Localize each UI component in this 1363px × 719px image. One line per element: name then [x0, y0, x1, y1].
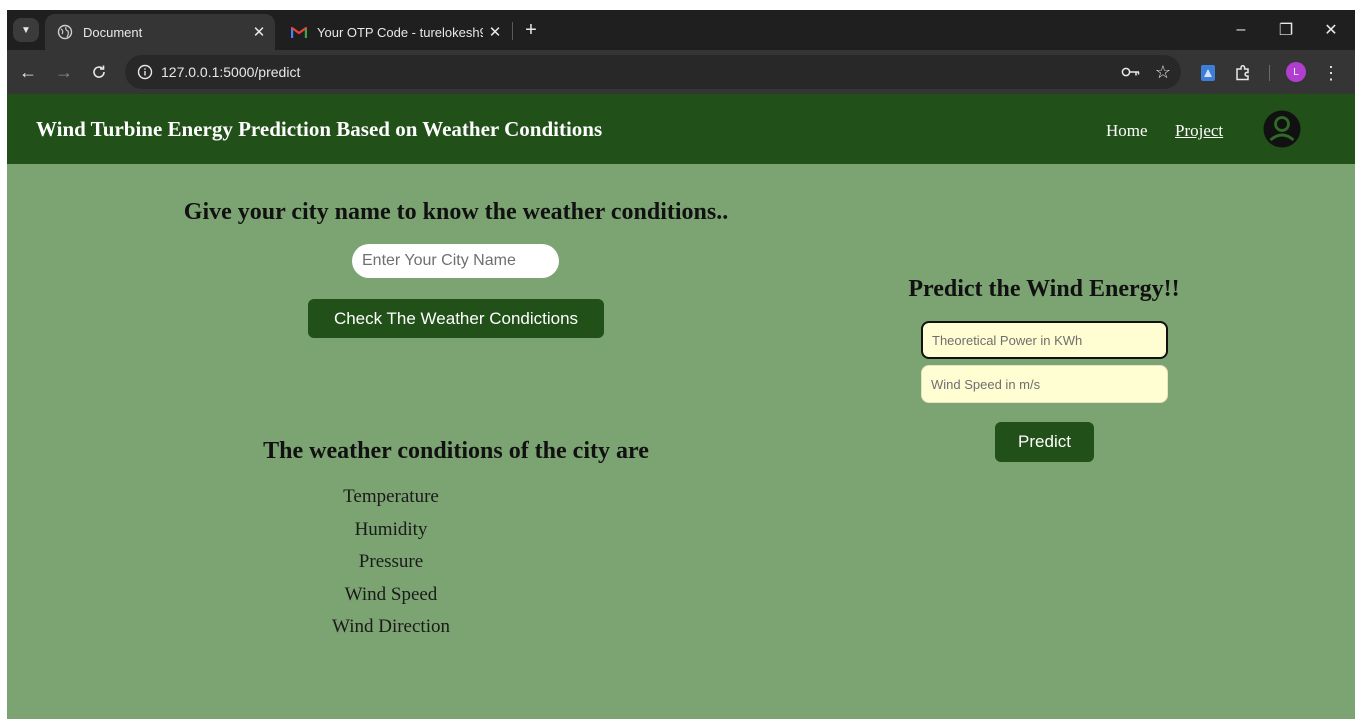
- list-item: Humidity: [354, 518, 428, 540]
- list-item: Wind Direction: [332, 616, 450, 637]
- bookmark-star-icon[interactable]: ☆: [1153, 62, 1173, 82]
- wind-speed-input[interactable]: [921, 365, 1168, 403]
- site-header: Wind Turbine Energy Prediction Based on …: [7, 94, 1355, 164]
- extensions-puzzle-icon[interactable]: [1232, 62, 1254, 84]
- list-item: Wind Speed: [344, 583, 438, 605]
- tab-title: Document: [83, 24, 143, 40]
- predict-button[interactable]: Predict: [995, 422, 1094, 462]
- tab-separator: [512, 22, 513, 40]
- browser-toolbar: ← → 127.0.0.1:5000/predict ☆ L ⋮: [7, 50, 1355, 94]
- tab-close-icon[interactable]: ✕: [483, 23, 507, 41]
- tab-search-icon[interactable]: ▼: [13, 18, 39, 42]
- user-avatar-icon[interactable]: [1263, 110, 1301, 148]
- url-text: 127.0.0.1:5000/predict: [161, 64, 301, 80]
- new-tab-icon[interactable]: +: [519, 18, 543, 42]
- list-item: Pressure: [358, 551, 424, 572]
- browser-window: ▼ Document ✕ Your OTP Code - turelokesh9…: [7, 10, 1355, 719]
- tab-title: Your OTP Code - turelokesh999: [317, 24, 483, 40]
- toolbar-separator: [1269, 65, 1270, 81]
- page-title: Wind Turbine Energy Prediction Based on …: [36, 117, 603, 141]
- address-bar[interactable]: 127.0.0.1:5000/predict ☆: [125, 55, 1181, 89]
- weather-form-heading: Give your city name to know the weather …: [183, 199, 729, 225]
- tab-gmail[interactable]: Your OTP Code - turelokesh999 ✕: [279, 14, 511, 50]
- list-item: Temperature: [343, 486, 439, 507]
- nav-home-link[interactable]: Home: [1106, 121, 1148, 141]
- close-window-icon[interactable]: ✕: [1311, 16, 1351, 44]
- theoretical-power-input[interactable]: [921, 321, 1168, 359]
- globe-icon: [57, 24, 73, 40]
- city-input[interactable]: [352, 244, 559, 278]
- extension-app-icon[interactable]: [1197, 62, 1219, 84]
- back-icon[interactable]: ←: [16, 60, 40, 84]
- password-key-icon[interactable]: [1121, 62, 1141, 82]
- check-weather-button[interactable]: Check The Weather Condictions: [308, 299, 604, 338]
- site-info-icon[interactable]: [135, 62, 155, 82]
- predict-form-heading: Predict the Wind Energy!!: [908, 276, 1180, 302]
- tab-strip: ▼ Document ✕ Your OTP Code - turelokesh9…: [7, 10, 1355, 50]
- tab-document[interactable]: Document ✕: [45, 14, 275, 50]
- minimize-icon[interactable]: –: [1221, 16, 1261, 44]
- gmail-icon: [291, 24, 307, 40]
- tab-close-icon[interactable]: ✕: [247, 23, 271, 41]
- kebab-menu-icon[interactable]: ⋮: [1320, 62, 1342, 84]
- weather-results-list: Temperature Humidity Pressure Wind Speed…: [291, 486, 491, 649]
- forward-icon[interactable]: →: [52, 60, 76, 84]
- avatar[interactable]: L: [1286, 62, 1306, 82]
- nav-project-link[interactable]: Project: [1175, 121, 1223, 141]
- reload-icon[interactable]: [87, 60, 111, 84]
- weather-results-heading: The weather conditions of the city are: [263, 438, 649, 464]
- restore-icon[interactable]: ❐: [1266, 16, 1306, 44]
